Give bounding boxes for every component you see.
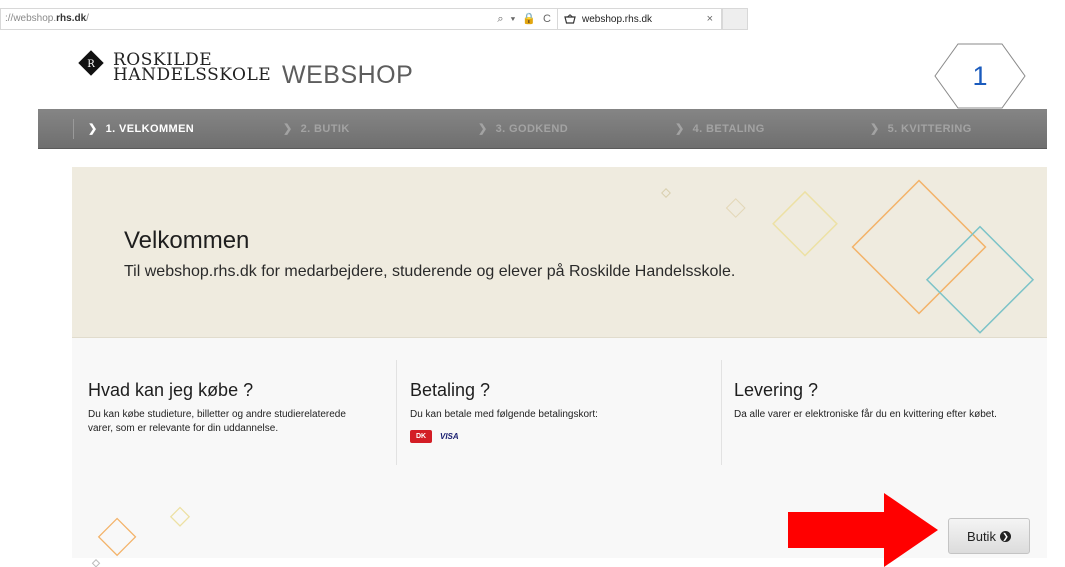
welcome-text: Til webshop.rhs.dk for medarbejdere, stu…	[124, 263, 736, 280]
step-kvittering[interactable]: ❯ 5. KVITTERING	[870, 122, 972, 135]
address-url[interactable]: ://webshop.rhs.dk/	[5, 13, 89, 24]
webshop-page: ://webshop.rhs.dk/ ⌕ ▾ 🔒 C webshop.rhs.d…	[0, 0, 1065, 567]
tab-title: webshop.rhs.dk	[582, 14, 653, 25]
chevron-right-icon: ❯	[283, 123, 293, 135]
url-prefix: ://webshop.	[5, 13, 57, 24]
nav-divider	[73, 119, 74, 139]
step-navigation: ❯ 1. VELKOMMEN ❯ 2. BUTIK ❯ 3. GODKEND ❯ 4. …	[38, 109, 1047, 149]
chevron-right-icon: ❯	[88, 123, 98, 135]
delivery-heading: Levering ?	[734, 380, 819, 400]
chevron-right-icon: ❯	[675, 123, 685, 135]
step-label: 4. BETALING	[692, 123, 765, 135]
info-column-buy: Hvad kan jeg købe ? Du kan købe studietu…	[88, 380, 363, 436]
step-label: 3. GODKEND	[495, 123, 569, 135]
info-column-delivery: Levering ? Da alle varer er elektroniske…	[734, 380, 1034, 422]
address-bar[interactable]: ://webshop.rhs.dk/ ⌕ ▾ 🔒 C	[0, 8, 558, 30]
butik-button-label: Butik	[967, 528, 996, 544]
svg-text:R: R	[87, 59, 95, 70]
chevron-right-icon: ❯	[870, 123, 880, 135]
step-label: 1. VELKOMMEN	[105, 123, 195, 135]
current-step-badge: 1	[934, 43, 1026, 109]
browser-tab[interactable]: webshop.rhs.dk ×	[558, 8, 722, 30]
step-betaling[interactable]: ❯ 4. BETALING	[675, 122, 765, 135]
logo-line-2: HANDELSSKOLE	[113, 65, 272, 85]
butik-button[interactable]: Butik ❯	[948, 518, 1030, 554]
step-label: 2. BUTIK	[300, 123, 350, 135]
info-column-payment: Betaling ? Du kan betale med følgende be…	[410, 380, 690, 443]
logo-webshop: WEBSHOP	[282, 61, 414, 89]
rhs-logo-icon: R	[78, 50, 104, 76]
new-tab-button[interactable]	[722, 8, 748, 30]
logo-school-name: ROSKILDE HANDELSSKOLE	[113, 52, 272, 85]
chevron-circle-right-icon: ❯	[999, 530, 1011, 542]
red-arrow-icon	[788, 493, 938, 567]
step-velkommen[interactable]: ❯ 1. VELKOMMEN	[88, 122, 194, 135]
tab-close-icon[interactable]: ×	[707, 13, 713, 25]
delivery-text: Da alle varer er elektroniske får du en …	[734, 409, 997, 420]
address-bar-icons[interactable]: ⌕ ▾ 🔒 C	[497, 12, 553, 26]
column-divider	[396, 360, 397, 465]
url-suffix: /	[86, 13, 89, 24]
payment-text: Du kan betale med følgende betalingskort…	[410, 409, 598, 420]
buy-heading: Hvad kan jeg købe ?	[88, 380, 254, 400]
step-label: 5. KVITTERING	[887, 123, 972, 135]
column-divider	[721, 360, 722, 465]
payment-heading: Betaling ?	[410, 380, 491, 400]
dankort-icon: DK	[410, 430, 432, 443]
url-domain: rhs.dk	[56, 13, 87, 24]
current-step-number: 1	[972, 61, 988, 91]
payment-cards: DK VISA	[410, 430, 690, 443]
buy-text: Du kan købe studieture, billetter og and…	[88, 409, 346, 434]
welcome-title: Velkommen	[124, 227, 250, 254]
diamond-decoration-icon	[91, 506, 191, 567]
step-godkend[interactable]: ❯ 3. GODKEND	[478, 122, 568, 135]
welcome-banner: Velkommen Til webshop.rhs.dk for medarbe…	[72, 167, 1047, 338]
basket-icon	[564, 14, 576, 24]
step-butik[interactable]: ❯ 2. BUTIK	[283, 122, 350, 135]
visa-icon: VISA	[440, 432, 459, 441]
chevron-right-icon: ❯	[478, 123, 488, 135]
